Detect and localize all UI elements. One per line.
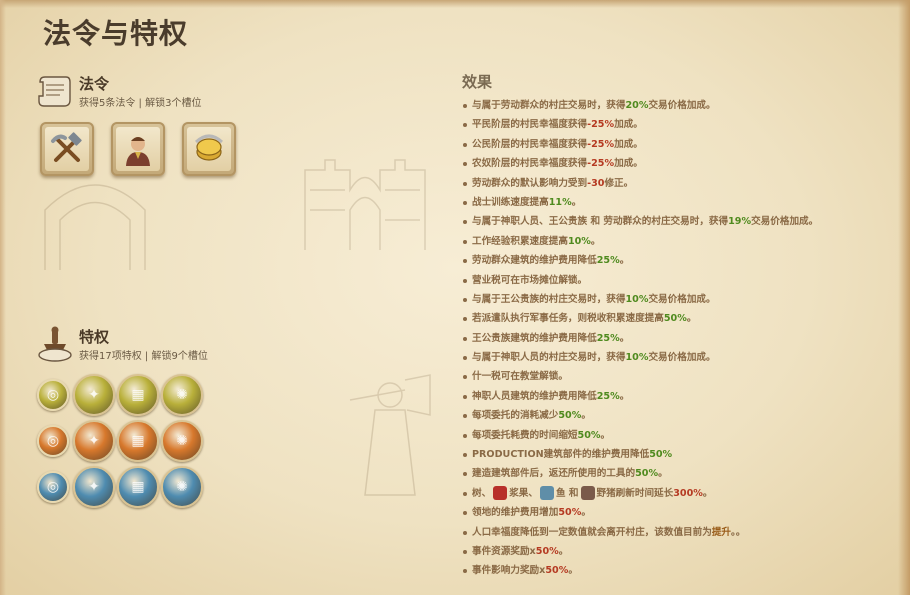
yellow-privilege-icon: ✦ [88,387,100,403]
yellow-crate-icon: ▦ [131,387,145,403]
blue-crate-icon: ▦ [131,479,145,495]
effect-item: 人口幸福度降低到一定数值就会离开村庄，该数值目前为提升。。 [462,523,818,542]
effect-item: 工作经验积累速度提高10%。 [462,232,818,251]
fish-icon [539,485,554,500]
privilege-slot-yellow-4[interactable]: ✺ [161,374,203,416]
effect-item: PRODUCTION建筑部件的维护费用降低50% [462,445,818,464]
knight-sketch [349,374,431,496]
effect-item: 与属于神职人员的村庄交易时，获得10%交易价格加成。 [462,348,818,367]
effect-item: 公民阶层的村民幸福度获得-25%加成。 [462,135,818,154]
page-title: 法令与特权 [43,17,189,50]
edict-slot-1[interactable] [40,122,94,176]
hammer-pickaxe-icon [51,132,82,162]
effects-list: 与属于劳动群众的村庄交易时，获得20%交易价格加成。 平民阶层的村民幸福度获得-2… [462,96,818,581]
edicts-privileges-page: 法令与特权 法令 获得5条法令 | 解锁3个槽位 特权 获得17项特权 | 解锁… [0,0,910,595]
effect-item: 与属于王公贵族的村庄交易时，获得10%交易价格加成。 [462,290,818,309]
berries-icon [493,485,508,500]
parchment-edge-right [898,0,910,595]
seal-stamp-icon [38,326,72,362]
effect-item: 树、 浆果、鱼 和野猪刷新时间延长300%。 [462,484,818,503]
privilege-slot-yellow-1[interactable]: ◎ [37,379,69,411]
orange-flame-icon: ▦ [131,433,145,449]
effect-item: 平民阶层的村民幸福度获得-25%加成。 [462,115,818,134]
privilege-slot-blue-1[interactable]: ◎ [37,471,69,503]
effect-item: 神职人员建筑的维护费用降低25%。 [462,387,818,406]
effect-item: 每项委托的消耗减少50%。 [462,406,818,425]
effect-item: 与属于劳动群众的村庄交易时，获得20%交易价格加成。 [462,96,818,115]
yellow-tier-icon: ◎ [46,387,60,403]
privilege-slot-orange-3[interactable]: ▦ [117,420,159,462]
blue-horn-icon: ✺ [176,479,188,495]
arch-sketch-left [44,184,146,270]
parchment-edge-top [0,0,910,8]
blue-tool-icon: ✦ [88,479,100,495]
parchment-edge-left [0,0,6,595]
privilege-slot-blue-3[interactable]: ▦ [117,466,159,508]
privilege-slot-orange-4[interactable]: ✺ [161,420,203,462]
effect-item: 每项委托耗费的时间缩短50%。 [462,426,818,445]
boar-icon [580,485,595,500]
edict-slot-3[interactable] [182,122,236,176]
blue-tier-icon: ◎ [46,479,60,495]
effect-item: 若派遣队执行军事任务，则税收积累速度提高50%。 [462,309,818,328]
privileges-title: 特权 [79,328,110,346]
edicts-title: 法令 [79,75,110,93]
effect-item: 与属于神职人员、王公贵族 和 劳动群众的村庄交易时，获得19%交易价格加成。 [462,212,818,231]
portrait-icon [126,137,150,166]
castle-sketch [304,159,426,250]
effect-item: 营业税可在市场摊位解锁。 [462,271,818,290]
edicts-subtitle: 获得5条法令 | 解锁3个槽位 [79,98,202,109]
orange-scroll-icon: ✺ [176,433,188,449]
effect-item: 领地的维护费用增加50%。 [462,503,818,522]
scroll-icon [38,76,71,107]
privilege-slot-orange-1[interactable]: ◎ [37,425,69,457]
effect-item: 王公贵族建筑的维护费用降低25%。 [462,329,818,348]
effect-item: 事件资源奖励x50%。 [462,542,818,561]
effect-item: 战士训练速度提高11%。 [462,193,818,212]
effect-item: 事件影响力奖励x50%。 [462,561,818,580]
orange-crate-icon: ✦ [88,433,100,449]
effect-item: 劳动群众建筑的维护费用降低25%。 [462,251,818,270]
privilege-slot-yellow-2[interactable]: ✦ [73,374,115,416]
gold-coins-icon [194,134,224,161]
effect-item: 什一税可在教堂解锁。 [462,367,818,386]
edict-slot-2[interactable] [111,122,165,176]
privilege-slot-orange-2[interactable]: ✦ [73,420,115,462]
effect-item: 农奴阶层的村民幸福度获得-25%加成。 [462,154,818,173]
privilege-slot-blue-2[interactable]: ✦ [73,466,115,508]
effect-item: 劳动群众的默认影响力受到-30修正。 [462,174,818,193]
effect-item: 建造建筑部件后，返还所使用的工具的50%。 [462,464,818,483]
yellow-eye-icon: ✺ [176,387,188,403]
effects-title: 效果 [462,73,493,91]
privilege-slot-yellow-3[interactable]: ▦ [117,374,159,416]
privilege-slot-blue-4[interactable]: ✺ [161,466,203,508]
orange-tier-icon: ◎ [46,433,60,449]
privileges-subtitle: 获得17项特权 | 解锁9个槽位 [79,351,208,362]
